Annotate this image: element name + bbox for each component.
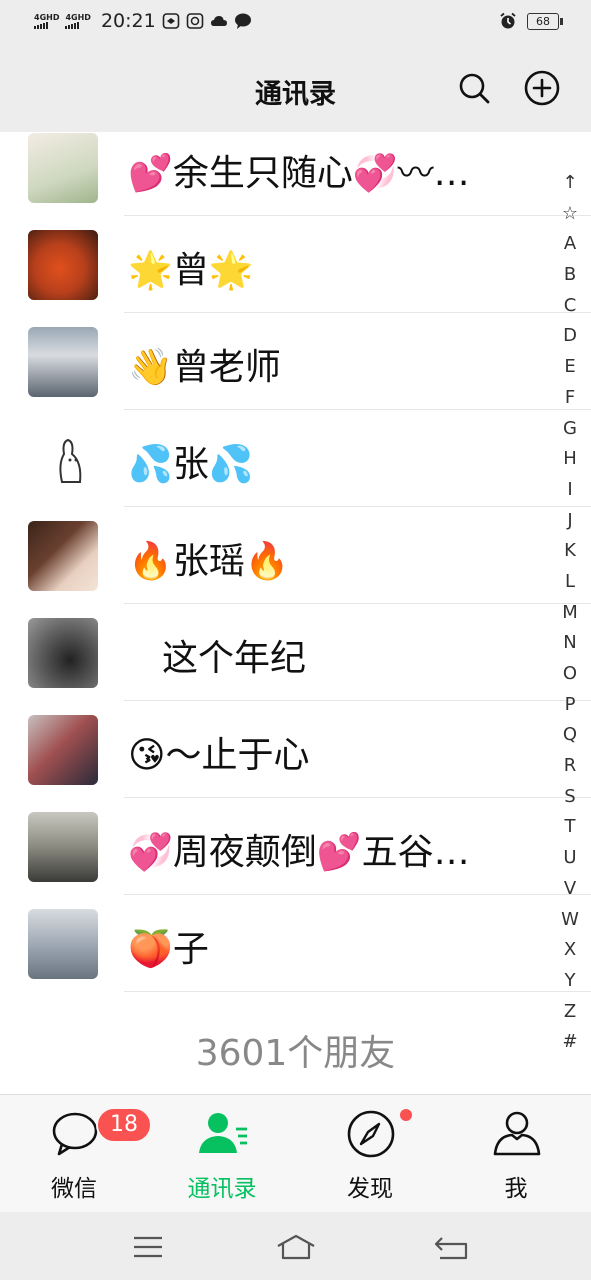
contact-row[interactable]: 🔥张瑶🔥 <box>0 507 591 604</box>
battery-indicator: 68 <box>527 12 563 30</box>
tab-discover[interactable]: 发现 <box>310 1095 430 1213</box>
tab-contacts[interactable]: 通讯录 <box>162 1095 282 1213</box>
contact-row[interactable]: 😘～止于心 <box>0 701 591 798</box>
contact-row[interactable]: 这个年纪 <box>0 604 591 701</box>
index-letter[interactable]: X <box>564 935 576 966</box>
back-icon[interactable] <box>432 1230 472 1264</box>
contact-name: 🍑子 <box>128 929 209 970</box>
person-icon <box>493 1111 541 1156</box>
contact-name: 🔥张瑶🔥 <box>128 541 290 582</box>
contacts-icon <box>199 1113 247 1153</box>
cloud-icon <box>210 16 227 26</box>
alphabet-index[interactable]: ↑ ☆ A B C D E F G H I J K L M N O P Q R … <box>557 168 583 1058</box>
index-letter[interactable]: D <box>563 321 577 352</box>
contact-avatar[interactable] <box>28 424 98 494</box>
mail-icon <box>186 13 204 29</box>
index-letter[interactable]: C <box>564 291 577 322</box>
index-letter[interactable]: Y <box>565 966 576 997</box>
search-icon[interactable] <box>456 70 492 106</box>
signal-label-2: 4GHD <box>65 12 91 22</box>
index-letter[interactable]: K <box>564 536 576 567</box>
index-letter[interactable]: P <box>565 690 576 721</box>
contact-avatar[interactable] <box>28 327 98 397</box>
index-letter[interactable]: Z <box>564 997 576 1028</box>
index-letter[interactable]: E <box>564 352 575 383</box>
contact-avatar[interactable] <box>28 133 98 203</box>
unread-badge: 18 <box>96 1107 152 1143</box>
index-letter[interactable]: V <box>564 874 576 905</box>
index-letter[interactable]: H <box>563 444 577 475</box>
contact-avatar[interactable] <box>28 521 98 591</box>
new-dot <box>400 1109 412 1121</box>
contacts-list[interactable]: 💕余生只随心💞〰… 🌟曾🌟 👋曾老师 💦张💦 🔥张瑶🔥 这个年纪 😘～止于心 💞… <box>0 132 591 1094</box>
header-bar: 通讯录 <box>0 44 591 132</box>
index-letter[interactable]: ☆ <box>562 199 578 230</box>
index-letter[interactable]: U <box>563 843 576 874</box>
notification-icon <box>162 13 180 29</box>
tab-label: 我 <box>504 1176 528 1202</box>
compass-icon <box>347 1110 395 1158</box>
contact-name: 😘～止于心 <box>128 735 310 776</box>
index-letter[interactable]: F <box>565 383 575 414</box>
index-letter[interactable]: Q <box>563 720 577 751</box>
index-letter[interactable]: T <box>565 812 576 843</box>
page-title: 通讯录 <box>255 79 336 110</box>
tab-label: 微信 <box>51 1176 97 1202</box>
index-letter[interactable]: R <box>564 751 577 782</box>
contact-name: 💕余生只随心💞〰… <box>128 153 470 194</box>
contact-name: 这个年纪 <box>162 638 307 679</box>
contact-row[interactable]: 💞周夜颠倒💕五谷… <box>0 798 591 895</box>
bunny-avatar-drawing <box>59 438 82 483</box>
add-circle-icon[interactable] <box>524 70 560 106</box>
alarm-icon <box>500 12 516 29</box>
tab-label: 通讯录 <box>187 1176 257 1202</box>
index-letter[interactable]: W <box>561 905 579 936</box>
index-letter[interactable]: L <box>565 567 575 598</box>
index-letter[interactable]: N <box>563 628 576 659</box>
index-letter[interactable]: B <box>564 260 576 291</box>
contact-row[interactable]: 💦张💦 <box>0 410 591 507</box>
index-letter[interactable]: A <box>564 229 576 260</box>
contact-avatar[interactable] <box>28 715 98 785</box>
tab-label: 发现 <box>347 1176 393 1202</box>
friend-count: 3601个朋友 <box>195 1033 396 1074</box>
chat-bubble-icon <box>52 1112 98 1156</box>
bottom-tab-bar: 18 微信 通讯录 发现 我 <box>0 1094 591 1213</box>
contact-name: 💞周夜颠倒💕五谷… <box>128 832 470 873</box>
contact-avatar[interactable] <box>28 812 98 882</box>
index-letter[interactable]: G <box>563 414 577 445</box>
contact-row[interactable]: 🌟曾🌟 <box>0 216 591 313</box>
contact-avatar[interactable] <box>28 909 98 979</box>
index-letter[interactable]: M <box>562 598 578 629</box>
contact-avatar[interactable] <box>28 230 98 300</box>
contact-avatar[interactable] <box>28 618 98 688</box>
index-letter[interactable]: J <box>567 506 572 537</box>
signal-indicator-2: 4GHD <box>65 12 91 29</box>
index-letter[interactable]: ↑ <box>562 168 577 199</box>
signal-indicator-1: 4GHD <box>34 12 60 29</box>
index-letter[interactable]: S <box>564 782 575 813</box>
index-letter[interactable]: I <box>567 475 572 506</box>
row-divider <box>124 991 591 992</box>
status-bar: 4GHD 4GHD 20:21 68 <box>0 0 591 44</box>
contact-name: 💦张💦 <box>128 444 254 485</box>
home-icon[interactable] <box>276 1230 316 1264</box>
index-letter[interactable]: # <box>562 1027 577 1058</box>
menu-icon[interactable] <box>128 1230 168 1264</box>
chat-icon <box>234 13 251 29</box>
contact-row[interactable]: 💕余生只随心💞〰… <box>0 132 591 216</box>
clock: 20:21 <box>100 10 156 32</box>
index-letter[interactable]: O <box>563 659 577 690</box>
signal-label-1: 4GHD <box>34 12 60 22</box>
contact-name: 🌟曾🌟 <box>128 250 254 291</box>
tab-chats[interactable]: 18 微信 <box>14 1095 152 1213</box>
system-nav-bar <box>0 1212 591 1280</box>
contact-row[interactable]: 🍑子 <box>0 895 591 992</box>
contact-name: 👋曾老师 <box>128 347 281 388</box>
tab-me[interactable]: 我 <box>456 1095 576 1213</box>
contact-row[interactable]: 👋曾老师 <box>0 313 591 410</box>
